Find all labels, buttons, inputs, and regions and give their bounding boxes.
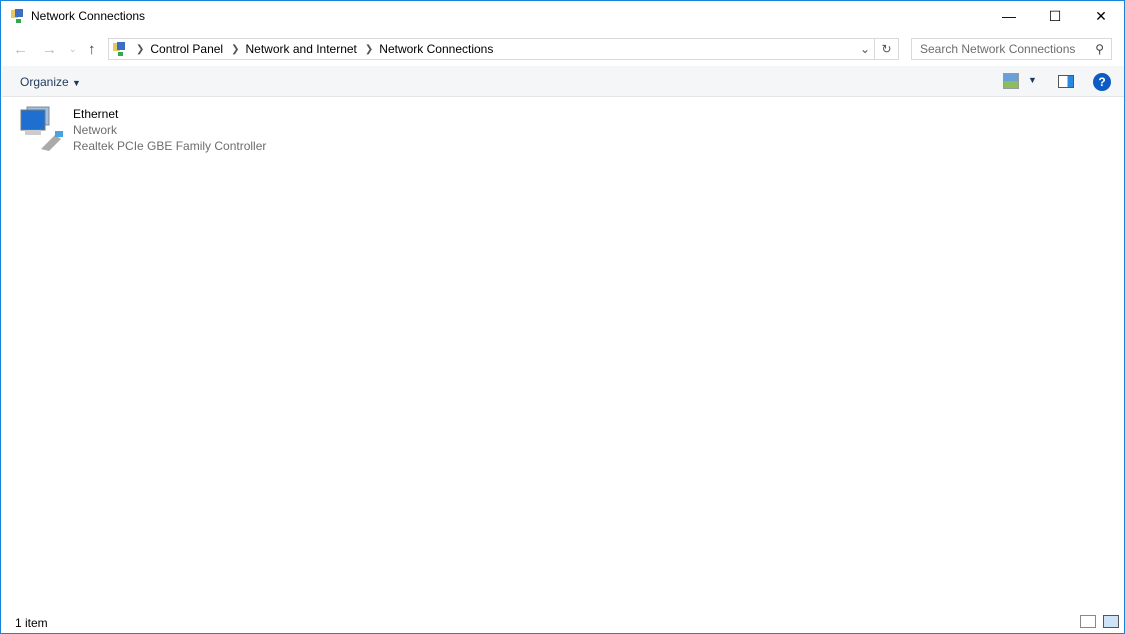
chevron-down-icon[interactable]: ⌄ bbox=[860, 42, 870, 56]
connection-status: Network bbox=[73, 123, 118, 137]
status-item-count: 1 item bbox=[15, 616, 48, 630]
ethernet-adapter-icon bbox=[20, 106, 63, 151]
chevron-right-icon: ❯ bbox=[136, 43, 145, 55]
connection-device: Realtek PCIe GBE Family Controller bbox=[73, 139, 267, 153]
back-button[interactable]: ← bbox=[13, 38, 28, 60]
title-bar: Network Connections — ☐ ✕ bbox=[1, 1, 1124, 32]
breadcrumb-network-connections[interactable]: Network Connections bbox=[379, 42, 493, 56]
address-bar[interactable]: ❯ Control Panel ❯ Network and Internet ❯… bbox=[108, 38, 875, 60]
search-input[interactable]: Search Network Connections ⚲ bbox=[911, 38, 1112, 60]
organize-button[interactable]: Organize ▼ bbox=[20, 75, 81, 89]
help-button[interactable]: ? bbox=[1093, 73, 1111, 91]
details-view-button[interactable] bbox=[1080, 615, 1096, 628]
organize-label: Organize bbox=[20, 75, 69, 89]
minimize-button[interactable]: — bbox=[986, 1, 1032, 31]
network-connections-icon bbox=[113, 42, 125, 56]
breadcrumb-control-panel[interactable]: Control Panel bbox=[150, 42, 223, 56]
breadcrumb-network-and-internet[interactable]: Network and Internet bbox=[246, 42, 357, 56]
forward-button[interactable]: → bbox=[42, 38, 57, 60]
chevron-right-icon[interactable]: ❯ bbox=[231, 44, 239, 55]
list-item-ethernet[interactable]: Ethernet Network Realtek PCIe GBE Family… bbox=[19, 105, 279, 157]
close-button[interactable]: ✕ bbox=[1078, 1, 1124, 31]
refresh-button[interactable]: ↻ bbox=[875, 38, 899, 60]
window-title: Network Connections bbox=[31, 9, 146, 23]
view-dropdown-button[interactable]: ▼ bbox=[1028, 75, 1037, 85]
large-icons-view-button[interactable] bbox=[1103, 615, 1119, 628]
preview-pane-button[interactable] bbox=[1058, 75, 1074, 88]
connection-name: Ethernet bbox=[73, 107, 119, 121]
recent-locations-button[interactable]: ⌄ bbox=[69, 38, 77, 60]
network-connections-icon bbox=[11, 9, 23, 23]
search-placeholder: Search Network Connections bbox=[920, 42, 1076, 56]
change-view-icon[interactable] bbox=[1003, 73, 1019, 89]
up-button[interactable]: ↑ bbox=[88, 38, 96, 60]
search-icon: ⚲ bbox=[1095, 42, 1104, 56]
window: Network Connections — ☐ ✕ ← → ⌄ ↑ ❯ Cont… bbox=[0, 0, 1125, 634]
chevron-right-icon[interactable]: ❯ bbox=[365, 44, 373, 55]
maximize-button[interactable]: ☐ bbox=[1032, 1, 1078, 31]
command-bar: Organize ▼ ▼ ? bbox=[2, 66, 1124, 97]
